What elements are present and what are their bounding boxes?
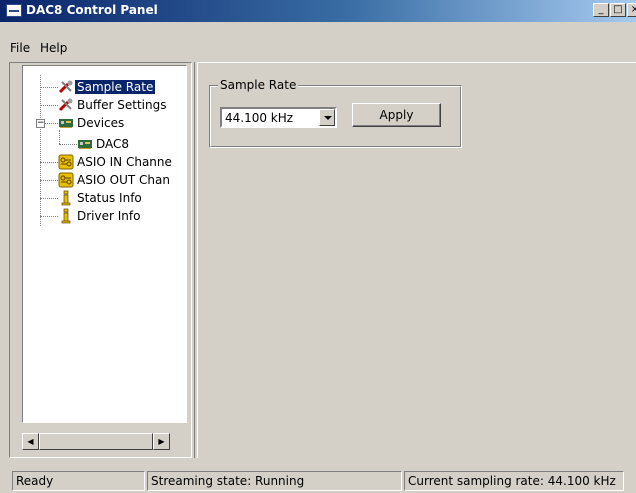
info-icon [58,190,74,206]
menu-file[interactable]: File [10,41,30,55]
tree-item-asio-in-channels[interactable]: ASIO IN Channe [58,154,174,170]
minimize-button[interactable]: _ [593,3,609,17]
scroll-right-button[interactable]: ▶ [153,433,170,450]
menu-bar: File Help [0,38,636,58]
channel-icon [58,172,74,188]
tree-item-label: ASIO IN Channe [77,155,172,169]
tree-item-label: Buffer Settings [77,98,167,112]
chevron-down-icon[interactable] [319,109,335,126]
device-card-icon [58,115,74,131]
info-icon [58,208,74,224]
menu-help[interactable]: Help [40,41,67,55]
tree-item-label: Status Info [77,191,142,205]
apply-button[interactable]: Apply [352,103,441,127]
main-window: DAC8 Control Panel _ □ × File Help − Sam… [0,0,636,493]
sample-rate-select[interactable]: 44.100 kHz [220,107,337,128]
tree-horizontal-scrollbar[interactable]: ◀ ▶ [22,433,170,450]
status-ready: Ready [12,471,145,491]
navigation-tree[interactable]: − Sample Rate Buffer Settings Devices DA… [22,65,187,423]
tree-item-devices[interactable]: Devices [58,115,126,131]
sample-rate-value: 44.100 kHz [225,111,294,125]
status-sampling-rate: Current sampling rate: 44.100 kHz [404,471,624,491]
tree-item-label: Devices [77,116,125,130]
devices-collapse-toggle[interactable]: − [36,119,45,128]
scroll-thumb[interactable] [39,433,153,450]
restore-button[interactable]: □ [610,3,626,17]
tree-item-status-info[interactable]: Status Info [58,190,144,206]
tree-item-sample-rate[interactable]: Sample Rate [58,79,156,95]
tree-item-label: DAC8 [96,137,130,151]
tree-item-driver-info[interactable]: Driver Info [58,208,142,224]
tree-item-asio-out-channels[interactable]: ASIO OUT Chan [58,172,172,188]
title-bar[interactable]: DAC8 Control Panel _ □ × [0,0,636,22]
window-title: DAC8 Control Panel [26,3,158,17]
status-bar: Ready Streaming state: Running Current s… [0,470,636,493]
tree-item-buffer-settings[interactable]: Buffer Settings [58,97,168,113]
tree-item-dac8[interactable]: DAC8 [77,136,131,152]
tree-item-label: ASIO OUT Chan [77,173,170,187]
tree-item-label: Driver Info [77,209,141,223]
tree-item-label: Sample Rate [75,80,156,94]
tools-icon [58,97,74,113]
channel-icon [58,154,74,170]
status-streaming: Streaming state: Running [147,471,402,491]
close-button[interactable]: × [627,3,636,17]
tools-icon [58,79,74,95]
app-icon [6,4,22,17]
sample-rate-group-label: Sample Rate [218,78,299,92]
device-card-icon [77,136,93,152]
scroll-left-button[interactable]: ◀ [22,433,39,450]
